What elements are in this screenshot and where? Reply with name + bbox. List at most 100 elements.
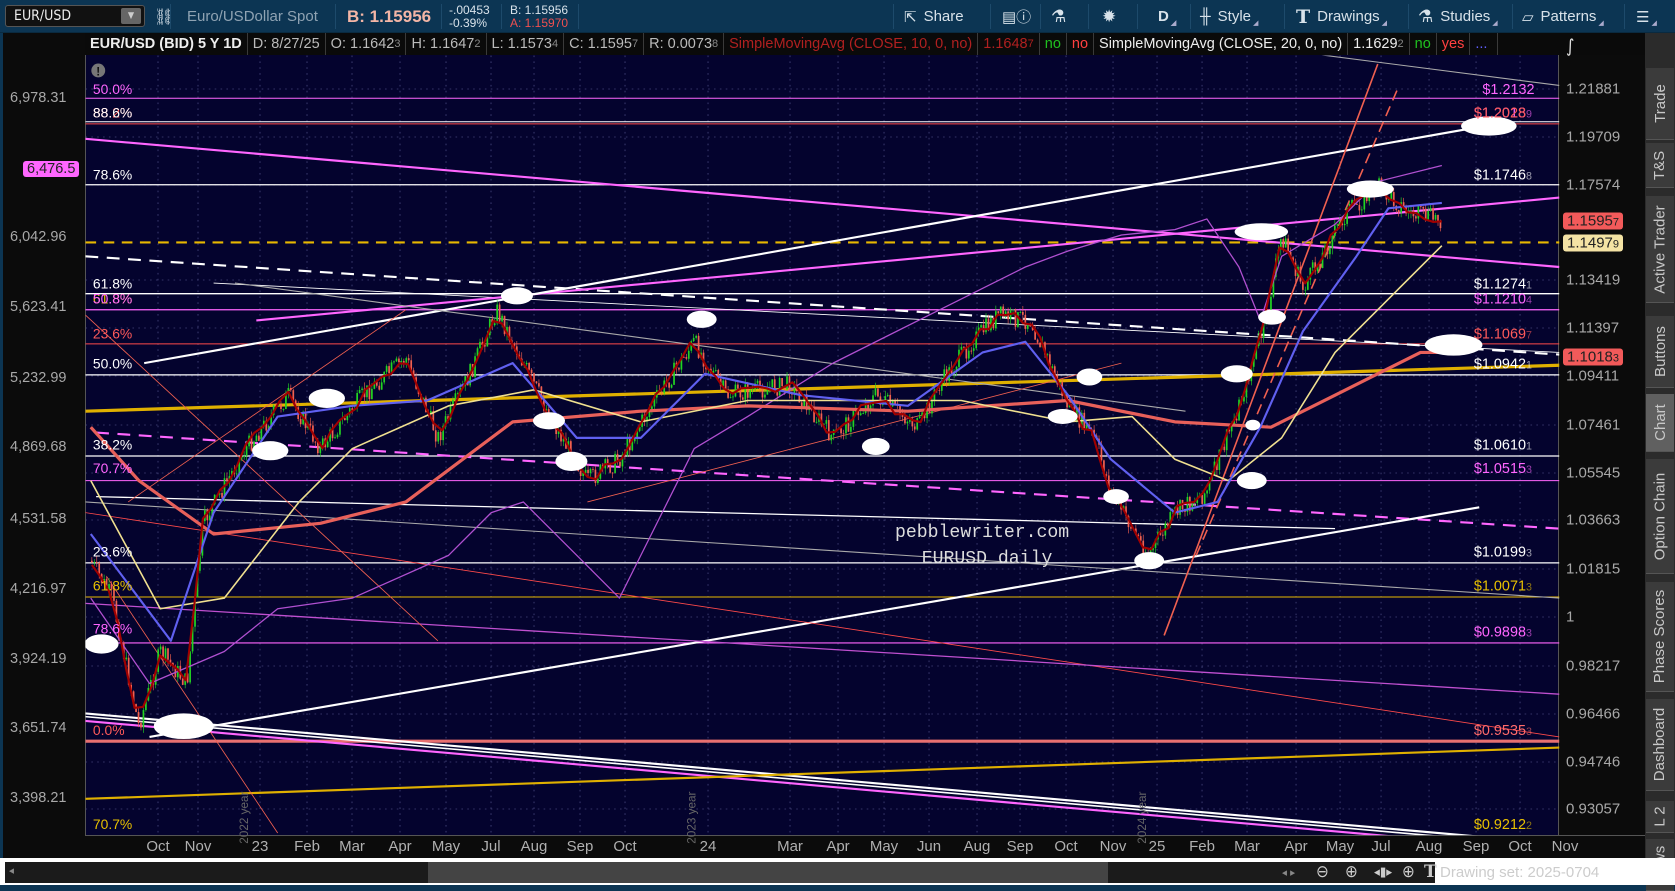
candle xyxy=(235,473,238,475)
candle xyxy=(744,384,747,400)
price-tick-label: 1.19709 xyxy=(1566,128,1621,146)
left-tick-label: 5,623.41 xyxy=(10,299,67,315)
candle xyxy=(1392,192,1395,206)
tab-l-2[interactable]: L 2 xyxy=(1646,801,1674,833)
candle xyxy=(886,394,889,397)
price-tick-label: 1.17574 xyxy=(1566,176,1621,194)
highlight-ellipse xyxy=(1236,472,1267,490)
crosshair-icon[interactable]: ⊕ xyxy=(1402,862,1415,883)
candle xyxy=(1360,209,1363,211)
candle xyxy=(1019,311,1022,313)
text-t-icon[interactable]: T xyxy=(1424,862,1437,883)
candle xyxy=(724,380,727,390)
candle xyxy=(142,710,145,728)
fib-right-label: $1.00713 xyxy=(1474,579,1532,595)
time-label: Aug xyxy=(520,838,548,855)
candle xyxy=(1422,206,1425,209)
candle xyxy=(140,723,142,728)
highlight-ellipse xyxy=(1103,489,1129,505)
candle xyxy=(407,358,410,361)
left-tick-label: 4,216.97 xyxy=(10,581,67,597)
trend-line xyxy=(85,501,1560,599)
candle xyxy=(1439,221,1442,229)
highlight-ellipse xyxy=(500,287,533,305)
candle xyxy=(289,387,292,391)
price-badge: 1.15957 xyxy=(1563,212,1624,230)
time-label: Feb xyxy=(294,838,320,855)
candle xyxy=(778,378,781,396)
tab-label: Chart xyxy=(1651,404,1669,441)
candle xyxy=(1356,204,1358,205)
candle xyxy=(732,396,734,398)
scroll-left-arrow[interactable]: ◂ xyxy=(9,864,14,877)
fib-right-label: $0.95353 xyxy=(1474,723,1532,739)
drawing-ellipses[interactable] xyxy=(84,116,1517,740)
tab-chart[interactable]: Chart xyxy=(1646,394,1674,452)
candle xyxy=(918,416,921,419)
candle xyxy=(400,360,403,363)
candle xyxy=(960,346,963,350)
trend-line xyxy=(85,255,1560,356)
price-chart[interactable]: 50.0%88.2%88.6%78.6%61.8%61.8%50.8%23.6%… xyxy=(0,0,1675,889)
scrollbar-thumb[interactable] xyxy=(428,862,1108,883)
candle xyxy=(619,462,621,467)
candle xyxy=(1343,223,1346,226)
candle xyxy=(781,378,783,387)
candle xyxy=(850,426,852,432)
candle xyxy=(597,478,599,483)
watermark-line-2: EURUSD daily xyxy=(922,549,1053,569)
tab-phase-scores[interactable]: Phase Scores xyxy=(1646,582,1674,692)
candle xyxy=(714,370,717,371)
fib-right-label: $1.17468 xyxy=(1474,167,1532,183)
candle xyxy=(361,388,363,391)
tab-active-trader[interactable]: Active Trader xyxy=(1646,196,1674,303)
highlight-ellipse xyxy=(1258,309,1286,325)
fib-right-label: $1.09421 xyxy=(1474,356,1532,372)
drawing-set-label[interactable]: Drawing set: 2025-0704 xyxy=(1440,862,1645,883)
candle xyxy=(309,423,312,426)
candle xyxy=(692,337,695,342)
candle xyxy=(825,420,828,424)
tab-trade[interactable]: Trade xyxy=(1646,68,1674,140)
candle xyxy=(1039,342,1041,348)
candle xyxy=(1284,238,1287,248)
tab-buttons[interactable]: Buttons xyxy=(1646,316,1674,388)
candle xyxy=(380,382,383,390)
candle xyxy=(452,399,454,405)
price-tick-label: 1 xyxy=(1566,608,1575,626)
candle xyxy=(1319,264,1321,269)
svg-text:!: ! xyxy=(96,65,100,78)
zoom-out-icon[interactable]: ⊖ xyxy=(1316,862,1329,883)
candle xyxy=(371,388,373,400)
alert-icon[interactable]: ! xyxy=(91,63,106,79)
candle xyxy=(847,417,850,432)
candle xyxy=(913,426,916,430)
time-label: Nov xyxy=(1099,838,1127,855)
candle xyxy=(280,404,282,410)
time-label: Oct xyxy=(1508,838,1532,855)
highlight-ellipse xyxy=(861,437,890,455)
candle xyxy=(1358,204,1361,211)
price-tick-label: 0.93057 xyxy=(1566,800,1621,818)
candle xyxy=(1397,210,1400,213)
tab-t-s[interactable]: T&S xyxy=(1646,143,1674,188)
zoom-in-icon[interactable]: ⊕ xyxy=(1345,862,1358,883)
pan-icon[interactable]: ◂▮▸ xyxy=(1374,862,1392,883)
candle xyxy=(1282,239,1285,248)
price-tick-label: 1.11397 xyxy=(1566,319,1620,337)
candle xyxy=(695,335,697,338)
candle xyxy=(1162,534,1164,536)
candle xyxy=(764,394,766,398)
fib-right-label: $1.06101 xyxy=(1474,438,1532,454)
scroll-arrows[interactable]: ◂ ▸ xyxy=(1282,862,1295,883)
tab-option-chain[interactable]: Option Chain xyxy=(1646,459,1674,574)
trend-line xyxy=(1321,55,1560,86)
candle xyxy=(874,388,877,396)
candle xyxy=(1329,248,1331,255)
candle xyxy=(496,304,499,324)
tab-dashboard[interactable]: Dashboard xyxy=(1646,699,1674,791)
candle xyxy=(388,366,390,374)
candle xyxy=(685,357,688,359)
drawing-lines[interactable] xyxy=(85,32,1560,851)
tab-label: T&S xyxy=(1651,150,1669,180)
